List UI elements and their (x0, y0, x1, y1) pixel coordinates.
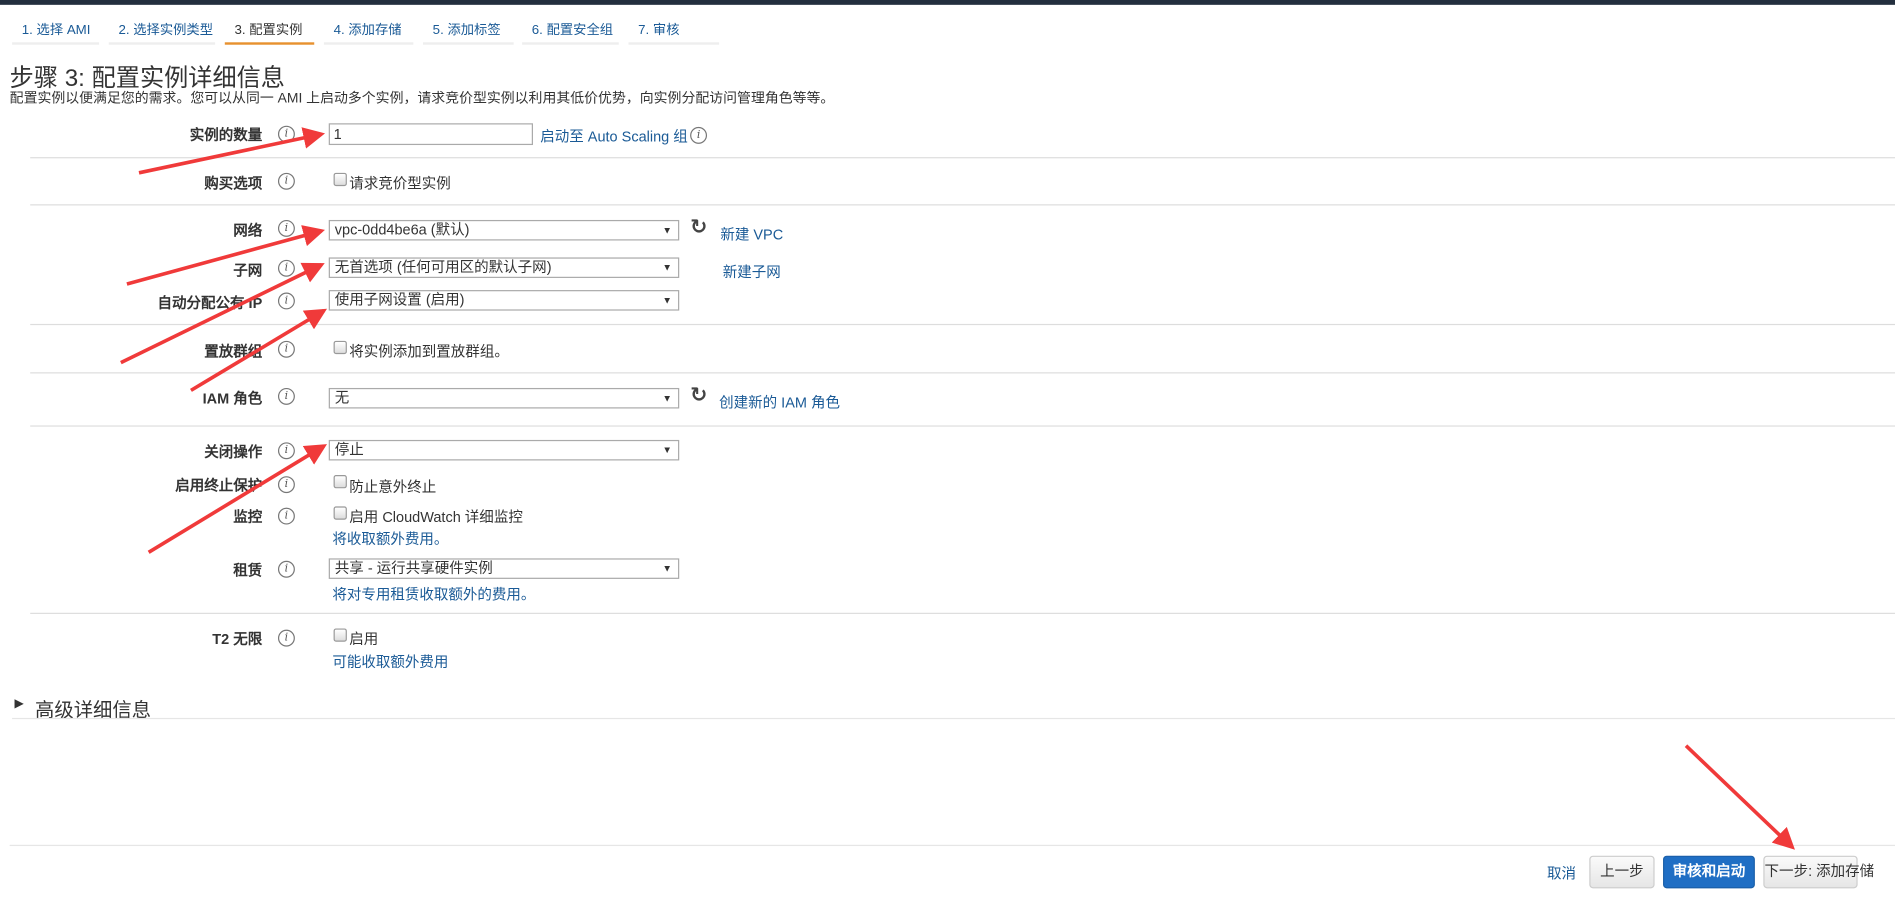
page-description: 配置实例以便满足您的需求。您可以从同一 AMI 上启动多个实例，请求竞价型实例以… (9, 91, 835, 107)
info-icon[interactable]: i (277, 560, 295, 578)
tab-review[interactable]: 7. 审核 (628, 17, 720, 45)
spot-request-checkbox[interactable] (333, 172, 347, 187)
subnet-value: 无首选项 (任何可用区的默认子网) (334, 258, 552, 276)
placement-group-label: 置放群组 (204, 343, 263, 361)
monitoring-label: 监控 (233, 508, 263, 526)
tenancy-value: 共享 - 运行共享硬件实例 (334, 559, 493, 577)
monitoring-note: 将收取额外费用。 (332, 530, 449, 548)
divider (30, 323, 1895, 326)
create-subnet-link[interactable]: 新建子网 (723, 261, 781, 282)
info-icon[interactable]: i (277, 292, 295, 310)
tenancy-select[interactable]: 共享 - 运行共享硬件实例 ▼ (328, 558, 680, 579)
info-icon[interactable]: i (277, 172, 295, 190)
tab-configure-instance[interactable]: 3. 配置实例 (224, 17, 315, 45)
t2-unlimited-note: 可能收取额外费用 (332, 653, 449, 671)
info-icon[interactable]: i (277, 219, 295, 237)
instance-count-label: 实例的数量 (189, 126, 263, 144)
cancel-link[interactable]: 取消 (1547, 863, 1576, 884)
public-ip-label: 自动分配公有 IP (157, 294, 263, 312)
info-icon[interactable]: i (690, 126, 708, 144)
divider (30, 425, 1895, 427)
iam-role-select[interactable]: 无 ▼ (328, 387, 680, 409)
network-select[interactable]: vpc-0dd4be6a (默认) ▼ (328, 219, 680, 241)
caret-down-icon: ▼ (662, 294, 672, 306)
shutdown-behavior-label: 关闭操作 (204, 443, 263, 461)
refresh-icon[interactable]: ↻ (690, 215, 707, 239)
create-vpc-link[interactable]: 新建 VPC (720, 224, 783, 245)
monitoring-text: 启用 CloudWatch 详细监控 (349, 508, 523, 526)
public-ip-select[interactable]: 使用子网设置 (启用) ▼ (328, 290, 680, 311)
divider (30, 204, 1895, 206)
auto-scaling-link[interactable]: 启动至 Auto Scaling 组 (540, 126, 688, 147)
info-icon[interactable]: i (277, 476, 295, 494)
instance-count-input[interactable]: 1 (328, 123, 533, 146)
info-icon[interactable]: i (277, 340, 295, 358)
previous-button[interactable]: 上一步 (1589, 855, 1655, 889)
shutdown-value: 停止 (334, 441, 364, 459)
divider (30, 372, 1895, 374)
top-bar (0, 0, 1895, 5)
placement-group-checkbox[interactable] (333, 340, 347, 355)
caret-down-icon: ▼ (662, 392, 672, 404)
t2-unlimited-checkbox[interactable] (333, 628, 347, 642)
network-label: 网络 (233, 222, 263, 240)
divider (9, 844, 1895, 847)
iam-role-label: IAM 角色 (202, 390, 263, 408)
monitoring-checkbox[interactable] (333, 506, 347, 520)
public-ip-value: 使用子网设置 (启用) (334, 291, 465, 309)
info-icon[interactable]: i (277, 629, 295, 647)
refresh-icon[interactable]: ↻ (690, 383, 707, 407)
t2-unlimited-label: T2 无限 (212, 630, 263, 648)
annotation-arrow (147, 444, 328, 554)
iam-role-value: 无 (334, 389, 350, 407)
placement-group-text: 将实例添加到置放群组。 (349, 343, 509, 361)
review-and-launch-button[interactable]: 审核和启动 (1663, 855, 1755, 889)
info-icon[interactable]: i (277, 125, 295, 143)
termination-protection-text: 防止意外终止 (349, 478, 437, 496)
tenancy-label: 租赁 (233, 561, 263, 579)
shutdown-behavior-select[interactable]: 停止 ▼ (328, 439, 680, 461)
tenancy-note: 将对专用租赁收取额外的费用。 (332, 586, 536, 604)
info-icon[interactable]: i (277, 507, 295, 525)
tab-add-storage[interactable]: 4. 添加存储 (323, 17, 414, 45)
t2-unlimited-text: 启用 (349, 630, 379, 648)
info-icon[interactable]: i (277, 387, 295, 405)
termination-protection-checkbox[interactable] (333, 474, 347, 489)
divider (12, 717, 1895, 720)
caret-down-icon: ▼ (662, 262, 672, 274)
triangle-right-icon[interactable]: ▶ (15, 697, 24, 710)
spot-request-label: 请求竞价型实例 (349, 175, 451, 193)
purchase-option-label: 购买选项 (204, 175, 263, 193)
info-icon[interactable]: i (277, 442, 295, 460)
caret-down-icon: ▼ (662, 224, 672, 236)
info-icon[interactable]: i (277, 259, 295, 277)
termination-protection-label: 启用终止保护 (175, 477, 263, 495)
network-value: vpc-0dd4be6a (默认) (334, 221, 470, 239)
tab-choose-ami[interactable]: 1. 选择 AMI (12, 17, 100, 45)
divider (30, 612, 1895, 614)
create-iam-role-link[interactable]: 创建新的 IAM 角色 (719, 392, 840, 413)
subnet-label: 子网 (233, 262, 263, 280)
divider (30, 157, 1895, 159)
tab-security-group[interactable]: 6. 配置安全组 (522, 17, 619, 45)
caret-down-icon: ▼ (662, 563, 672, 575)
subnet-select[interactable]: 无首选项 (任何可用区的默认子网) ▼ (328, 257, 680, 278)
caret-down-icon: ▼ (662, 444, 672, 456)
next-add-storage-button[interactable]: 下一步: 添加存储 (1763, 855, 1874, 889)
annotation-arrow (1684, 744, 1795, 850)
tab-instance-type[interactable]: 2. 选择实例类型 (108, 17, 216, 45)
tab-add-tags[interactable]: 5. 添加标签 (423, 17, 514, 45)
